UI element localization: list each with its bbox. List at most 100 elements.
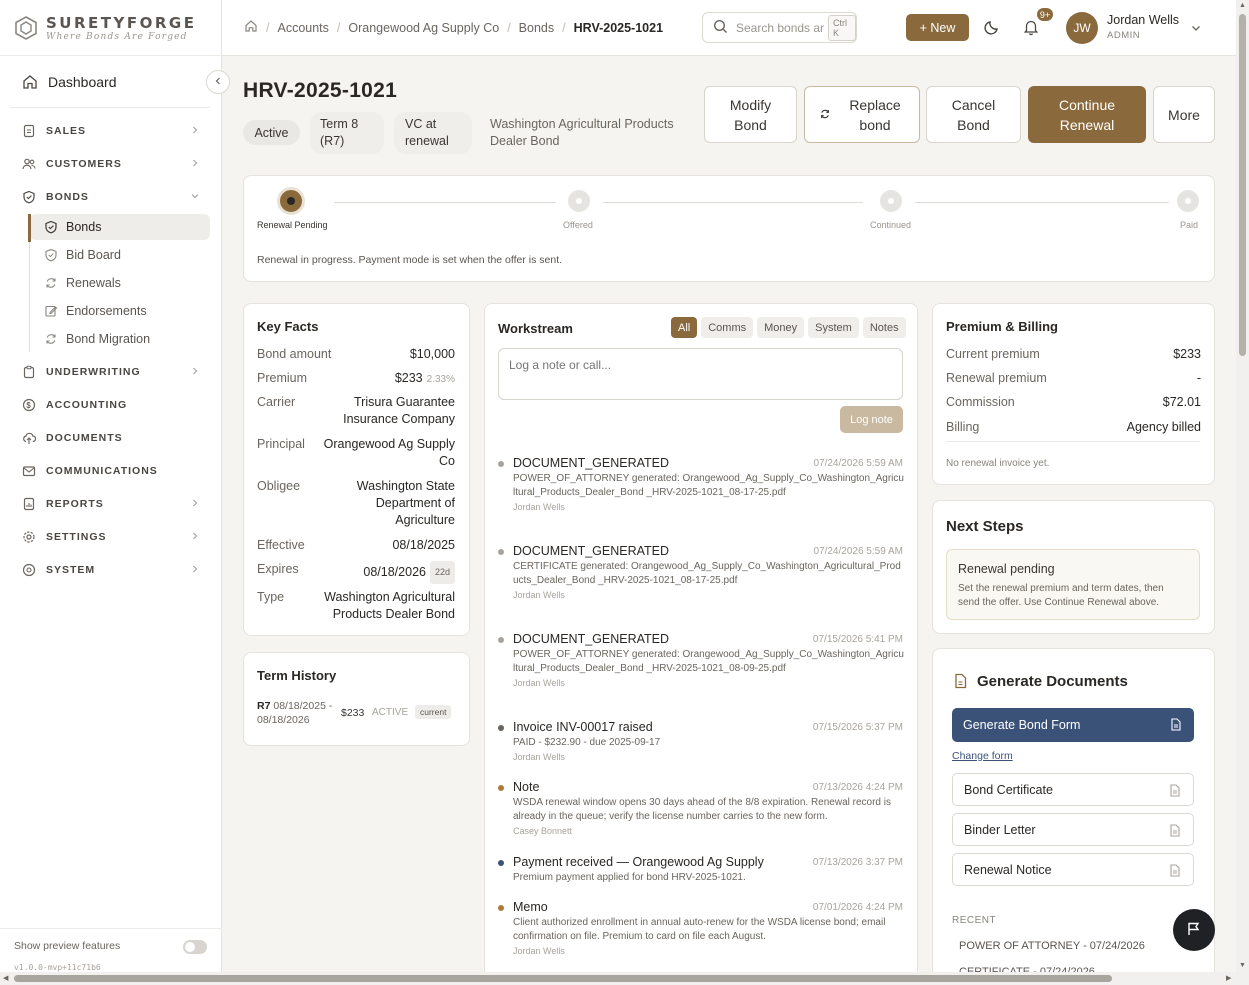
- new-button[interactable]: + New: [906, 14, 969, 41]
- continue-renewal-button[interactable]: Continue Renewal: [1028, 86, 1146, 143]
- change-form-link[interactable]: Change form: [952, 750, 1013, 762]
- step-label: Paid: [1180, 220, 1199, 230]
- feedback-button[interactable]: [1173, 909, 1215, 951]
- sidebar-subitem-bonds[interactable]: Bonds: [30, 214, 210, 240]
- moon-icon[interactable]: [983, 18, 1001, 39]
- generate-bond-form-label: Generate Bond Form: [963, 718, 1081, 732]
- scroll-down-arrow[interactable]: ▼: [1239, 962, 1246, 969]
- page-title: HRV-2025-1021: [243, 79, 398, 102]
- next-step-title: Renewal pending: [958, 562, 1055, 576]
- scroll-right-arrow[interactable]: ▶: [1226, 974, 1231, 982]
- sidebar-item-system[interactable]: SYSTEM: [10, 556, 210, 584]
- file-icon: [1169, 784, 1181, 800]
- sidebar-item-documents[interactable]: DOCUMENTS: [10, 424, 210, 452]
- divider: [10, 107, 210, 108]
- chevron-right-icon: [190, 531, 200, 544]
- replace-bond-button[interactable]: Replace bond: [804, 86, 920, 143]
- breadcrumb-accounts[interactable]: Accounts: [277, 21, 328, 35]
- replace-bond-label: Replace bond: [849, 96, 901, 133]
- term-row[interactable]: R7 08/18/2025 - 08/18/2026: [257, 699, 337, 727]
- term-status: ACTIVE: [372, 707, 409, 718]
- cloud-icon: [22, 431, 36, 445]
- chevron-down-icon: [190, 191, 200, 204]
- preview-features-toggle[interactable]: [183, 940, 207, 954]
- divider: [0, 928, 222, 929]
- shield-check-icon: [44, 220, 58, 234]
- billing-label: Commission: [946, 395, 1015, 409]
- search-box[interactable]: Ctrl K: [702, 12, 857, 43]
- breadcrumb-account[interactable]: Orangewood Ag Supply Co: [348, 21, 499, 35]
- sidebar-item-label: REPORTS: [46, 498, 104, 510]
- fact-value: Orangewood Ag Supply Co: [323, 437, 455, 468]
- sidebar-subitem-label: Bonds: [66, 220, 102, 234]
- user-name[interactable]: Jordan Wells: [1107, 13, 1179, 27]
- step-renewal-pending: [277, 187, 305, 215]
- fact-label: Type: [257, 590, 285, 604]
- fact-label: Bond amount: [257, 347, 332, 361]
- sidebar-subitem-label: Renewals: [66, 276, 121, 290]
- event-dot: [498, 785, 504, 791]
- avatar[interactable]: JW: [1066, 12, 1098, 44]
- billing-label: Current premium: [946, 347, 1040, 361]
- generate-bond-form-button[interactable]: Generate Bond Form: [952, 708, 1194, 742]
- sidebar-item-label: SYSTEM: [46, 564, 96, 576]
- search-input[interactable]: [736, 20, 828, 35]
- renewal-notice-button[interactable]: Renewal Notice: [952, 853, 1194, 886]
- fact-label: Expires: [257, 562, 299, 576]
- home-icon[interactable]: [244, 19, 258, 36]
- sidebar-subitem-bond-migration[interactable]: Bond Migration: [30, 326, 210, 352]
- sidebar-item-accounting[interactable]: $ ACCOUNTING: [10, 391, 210, 419]
- recent-doc[interactable]: POWER OF ATTORNEY - 07/24/2026: [959, 940, 1145, 952]
- sidebar-item-underwriting[interactable]: UNDERWRITING: [10, 358, 210, 386]
- tab-comms[interactable]: Comms: [701, 317, 754, 338]
- gear-icon: [22, 530, 36, 544]
- shield-check-icon: [44, 248, 58, 262]
- clipboard-icon: [22, 365, 36, 379]
- event-body: PAID - $232.90 - due 2025-09-17 Jordan We…: [513, 737, 661, 762]
- tab-all[interactable]: All: [671, 317, 698, 338]
- refresh-icon: [819, 105, 831, 125]
- fact-value: $233 2.33%: [394, 371, 455, 385]
- fact-label: Carrier: [257, 395, 296, 409]
- breadcrumb-bonds[interactable]: Bonds: [519, 21, 554, 35]
- modify-bond-button[interactable]: Modify Bond: [704, 86, 797, 143]
- tab-notes[interactable]: Notes: [862, 317, 906, 338]
- file-icon: [1170, 718, 1182, 734]
- sidebar-item-communications[interactable]: COMMUNICATIONS: [10, 457, 210, 485]
- collapse-sidebar-button[interactable]: [206, 70, 230, 94]
- sidebar-item-sales[interactable]: SALES: [10, 117, 210, 145]
- sidebar-item-customers[interactable]: CUSTOMERS: [10, 150, 210, 178]
- sidebar-item-settings[interactable]: SETTINGS: [10, 523, 210, 551]
- tab-money[interactable]: Money: [757, 317, 805, 338]
- binder-letter-button[interactable]: Binder Letter: [952, 813, 1194, 846]
- brand-logo[interactable]: SURETYFORGE Where Bonds Are Forged: [0, 0, 221, 56]
- event-body: WSDA renewal window opens 30 days ahead …: [513, 797, 891, 836]
- sidebar-item-label: UNDERWRITING: [46, 366, 141, 378]
- active-indicator: [28, 214, 31, 242]
- vertical-scroll-thumb[interactable]: [1239, 14, 1246, 356]
- event-title: DOCUMENT_GENERATED: [513, 456, 670, 470]
- chevron-right-icon: [190, 564, 200, 577]
- step-track: [603, 202, 863, 203]
- sidebar-item-bonds[interactable]: BONDS: [10, 183, 210, 211]
- tab-system[interactable]: System: [808, 317, 859, 338]
- note-input[interactable]: [498, 348, 903, 400]
- log-note-button[interactable]: Log note: [840, 406, 903, 433]
- scroll-up-arrow[interactable]: ▲: [1239, 2, 1246, 9]
- bond-certificate-button[interactable]: Bond Certificate: [952, 773, 1194, 806]
- sidebar-subitem-bid-board[interactable]: Bid Board: [30, 242, 210, 268]
- sidebar-subitem-renewals[interactable]: Renewals: [30, 270, 210, 296]
- scroll-left-arrow[interactable]: ◀: [3, 974, 8, 982]
- horizontal-scroll-thumb[interactable]: [14, 975, 1112, 982]
- fact-label: Effective: [257, 538, 305, 552]
- sidebar-item-reports[interactable]: REPORTS: [10, 490, 210, 518]
- more-button[interactable]: More: [1153, 86, 1215, 143]
- sidebar-item-label: CUSTOMERS: [46, 158, 122, 170]
- sidebar-item-dashboard[interactable]: Dashboard: [10, 66, 210, 98]
- sidebar-subitem-endorsements[interactable]: Endorsements: [30, 298, 210, 324]
- top-bar: / Accounts / Orangewood Ag Supply Co / B…: [222, 0, 1236, 56]
- step-paid: [1177, 190, 1199, 212]
- cancel-bond-button[interactable]: Cancel Bond: [926, 86, 1021, 143]
- chevron-down-icon[interactable]: [1190, 22, 1202, 37]
- refresh-icon: [44, 276, 58, 290]
